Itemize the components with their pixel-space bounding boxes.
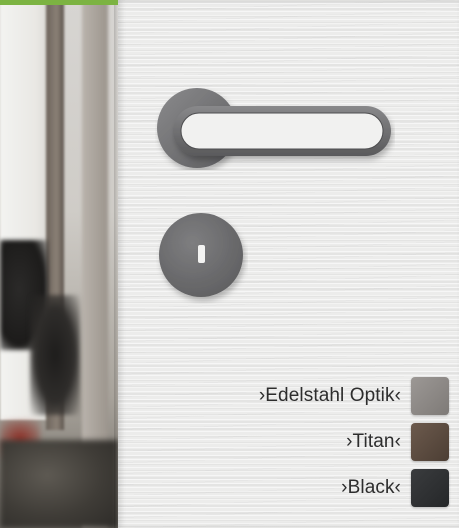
- sofa: [0, 440, 118, 528]
- product-showcase: ›Edelstahl Optik‹ ›Titan‹ ›Black‹: [0, 0, 459, 528]
- finish-label: ›Titan‹: [346, 431, 401, 452]
- interior-photo: [0, 0, 118, 528]
- finish-swatch[interactable]: [411, 469, 449, 507]
- key-rosette-icon: [156, 212, 248, 304]
- finish-option-titan[interactable]: ›Titan‹: [189, 422, 449, 462]
- finish-label: ›Black‹: [341, 477, 401, 498]
- finish-options: ›Edelstahl Optik‹ ›Titan‹ ›Black‹: [189, 376, 449, 514]
- finish-option-edelstahl[interactable]: ›Edelstahl Optik‹: [189, 376, 449, 416]
- finish-option-black[interactable]: ›Black‹: [189, 468, 449, 508]
- door-handle-icon: [155, 86, 395, 170]
- finish-label: ›Edelstahl Optik‹: [258, 385, 401, 406]
- finish-swatch[interactable]: [411, 423, 449, 461]
- lamp-base: [30, 295, 80, 415]
- finish-swatch[interactable]: [411, 377, 449, 415]
